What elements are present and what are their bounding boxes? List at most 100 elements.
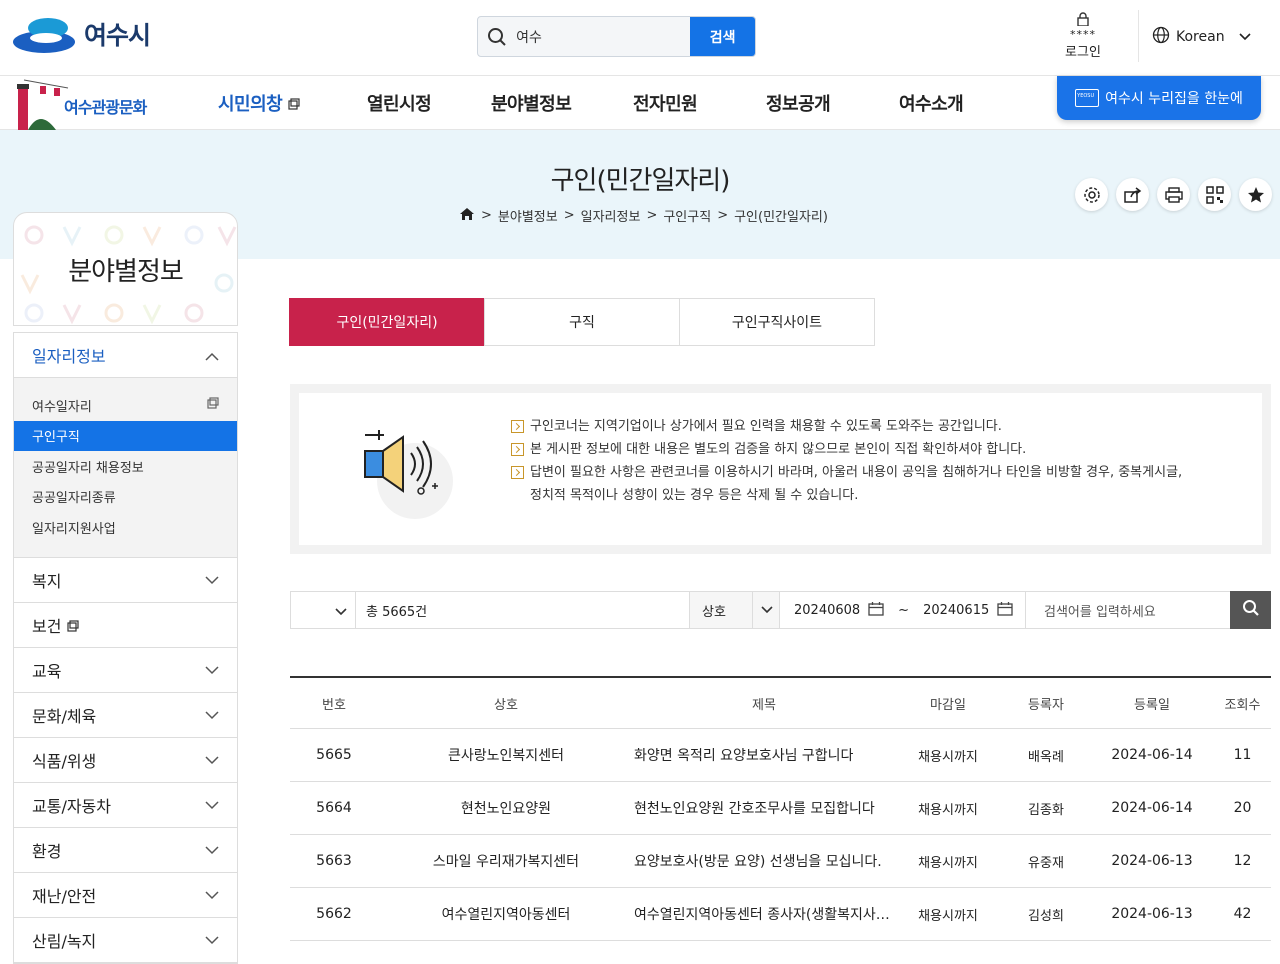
print-icon[interactable] (1157, 178, 1190, 211)
notice-box: 구인코너는 지역기업이나 상가에서 필요 인력을 채용할 수 있도록 도와주는 … (290, 384, 1271, 554)
cell-title-link[interactable]: 현천노인요양원 간호조무사를 모집합니다 (634, 798, 894, 818)
notice-text: 구인코너는 지역기업이나 상가에서 필요 인력을 채용할 수 있도록 도와주는 … (511, 415, 1182, 507)
health-label: 보건 (32, 616, 62, 636)
date-to-input[interactable]: 20240615 (923, 603, 989, 618)
cell-title-link[interactable]: 여수열린지역아동센터 종사자(생활복지사) 채용 공고 (634, 904, 894, 924)
notice-line-text: 본 게시판 정보에 대한 내용은 별도의 검증을 하지 않으므로 본인이 직접 … (530, 442, 1027, 457)
chevron-down-icon (205, 885, 219, 904)
sidebar-item-label: 교육 (32, 661, 62, 681)
qr-code-icon[interactable] (1198, 178, 1231, 211)
breadcrumb: > 분야별정보 > 일자리정보 > 구인구직 > 구인(민간일자리) (459, 206, 828, 225)
crumb-sep: > (481, 208, 492, 223)
page-size-select[interactable] (291, 592, 356, 628)
filter-search-button[interactable] (1230, 591, 1271, 629)
arrow-box-icon (511, 420, 524, 433)
tab-job-sites[interactable]: 구인구직사이트 (679, 298, 875, 346)
arrow-box-icon (511, 443, 524, 456)
arrow-box-icon (511, 466, 524, 479)
search-icon (1242, 599, 1260, 621)
sidebar-item-food[interactable]: 식품/위생 (14, 738, 237, 783)
search-input[interactable] (516, 17, 691, 56)
sidebar-item-environment[interactable]: 환경 (14, 828, 237, 873)
chevron-up-icon (205, 346, 219, 365)
sidebar-sub-job-search[interactable]: 구인구직 (14, 420, 237, 451)
cell-title-link[interactable]: 요양보호사(방문 요양) 선생님을 모십니다. (634, 851, 894, 871)
cell-date: 2024-06-14 (1111, 747, 1193, 763)
sidebar-sub-yeosu-jobs[interactable]: 여수일자리 (14, 390, 237, 421)
sidebar-item-welfare[interactable]: 복지 (14, 558, 237, 603)
sidebar-item-traffic[interactable]: 교통/자동차 (14, 783, 237, 828)
date-range: 20240608 ~ 20240615 (779, 592, 1025, 628)
cell-number: 5664 (316, 800, 352, 816)
crumb-3[interactable]: 구인구직 (663, 206, 711, 225)
tab-job-seek[interactable]: 구직 (484, 298, 680, 346)
nav-citizen[interactable]: 시민의창 (218, 90, 300, 116)
star-icon[interactable] (1239, 178, 1272, 211)
sidebar-sub-public-types[interactable]: 공공일자리종류 (14, 482, 237, 513)
sidebar-item-culture[interactable]: 문화/체육 (14, 693, 237, 738)
share-icon[interactable] (1116, 178, 1149, 211)
tour-culture-link[interactable]: 여수관광문화 (10, 76, 170, 130)
site-search: 검색 (477, 16, 756, 57)
sidebar-item-jobs[interactable]: 일자리정보 (14, 333, 237, 378)
logo-text: 여수시 (84, 21, 151, 50)
search-type-select[interactable]: 상호 (689, 591, 779, 629)
cell-number: 5663 (316, 853, 352, 869)
notice-line-text: 정치적 목적이나 성향이 있는 경우 등은 삭제 될 수 있습니다. (530, 488, 859, 503)
calendar-icon[interactable] (997, 601, 1013, 620)
nav-about-yeosu[interactable]: 여수소개 (899, 90, 964, 116)
site-logo[interactable]: 여수시 (12, 14, 151, 54)
sidebar-item-health[interactable]: 보건 (14, 603, 237, 648)
col-number: 번호 (322, 697, 346, 713)
notice-line: 정치적 목적이나 성향이 있는 경우 등은 삭제 될 수 있습니다. (511, 484, 1182, 507)
crumb-sep: > (563, 208, 575, 223)
nav-field-info[interactable]: 분야별정보 (491, 90, 572, 133)
nav-e-petition[interactable]: 전자민원 (633, 90, 698, 116)
table-row[interactable]: 5664 현천노인요양원 현천노인요양원 간호조무사를 모집합니다 채용시까지 … (290, 782, 1271, 835)
crumb-4[interactable]: 구인(민간일자리) (734, 206, 828, 225)
search-filter: 총 5665건 상호 20240608 ~ 20240615 검색어를 입력하세… (290, 591, 1271, 629)
sidebar-menu: 일자리정보 여수일자리 구인구직 공공일자리 채용정보 공공일자리종류 일자리지… (13, 332, 238, 964)
monitor-icon: YEOSU (1075, 89, 1100, 107)
notice-line-text: 답변이 필요한 사항은 관련코너를 이용하시기 바라며, 아울러 내용이 공익을… (530, 465, 1183, 480)
table-row[interactable]: 5665 큰사랑노인복지센터 화양면 옥적리 요양보호사님 구합니다 채용시까지… (290, 729, 1271, 782)
date-from-input[interactable]: 20240608 (794, 603, 860, 618)
sidebar-sub-job-support[interactable]: 일자리지원사업 (14, 512, 237, 543)
chevron-down-icon (335, 601, 347, 620)
sidebar-sub-label: 여수일자리 (32, 399, 92, 415)
cell-views: 42 (1233, 906, 1252, 922)
keyword-input[interactable]: 검색어를 입력하세요 (1025, 592, 1230, 628)
cta-label: 여수시 누리집을 한눈에 (1105, 91, 1243, 107)
chevron-down-icon (1238, 29, 1251, 45)
sidebar-item-forest[interactable]: 산림/녹지 (14, 918, 237, 963)
cell-views: 12 (1233, 853, 1252, 869)
settings-icon[interactable] (1075, 178, 1108, 211)
sidebar-sub-public-recruit[interactable]: 공공일자리 채용정보 (14, 451, 237, 482)
crumb-2[interactable]: 일자리정보 (581, 206, 641, 225)
cell-deadline: 채용시까지 (918, 908, 978, 924)
home-icon[interactable] (459, 207, 475, 225)
cell-deadline: 채용시까지 (918, 749, 978, 765)
crumb-1[interactable]: 분야별정보 (498, 206, 558, 225)
cell-author: 김종화 (1028, 802, 1064, 818)
page-tools (1075, 178, 1272, 211)
table-row[interactable]: 5663 스마일 우리재가복지센터 요양보호사(방문 요양) 선생님을 모십니다… (290, 835, 1271, 888)
nav-info-disclosure[interactable]: 정보공개 (766, 90, 831, 116)
new-window-icon (207, 397, 219, 413)
sitemap-cta-button[interactable]: YEOSU 여수시 누리집을 한눈에 (1057, 76, 1261, 120)
calendar-icon[interactable] (868, 601, 884, 620)
table-row[interactable]: 5662 여수열린지역아동센터 여수열린지역아동센터 종사자(생활복지사) 채용… (290, 888, 1271, 941)
notice-inner: 구인코너는 지역기업이나 상가에서 필요 인력을 채용할 수 있도록 도와주는 … (299, 393, 1262, 545)
sidebar-submenu: 여수일자리 구인구직 공공일자리 채용정보 공공일자리종류 일자리지원사업 (14, 378, 237, 558)
cell-title-link[interactable]: 화양면 옥적리 요양보호사님 구합니다 (634, 745, 894, 765)
cell-date: 2024-06-13 (1111, 906, 1193, 922)
tab-job-offer[interactable]: 구인(민간일자리) (289, 298, 485, 346)
sidebar-item-safety[interactable]: 재난/안전 (14, 873, 237, 918)
login-button[interactable]: **** 로그인 (1058, 12, 1108, 60)
sidebar-item-label: 식품/위생 (32, 751, 97, 771)
nav-open-admin[interactable]: 열린시정 (367, 90, 432, 116)
sidebar-item-education[interactable]: 교육 (14, 648, 237, 693)
sidebar-header: 분야별정보 (13, 212, 238, 326)
language-selector[interactable]: Korean (1152, 26, 1251, 48)
search-button[interactable]: 검색 (690, 17, 755, 56)
